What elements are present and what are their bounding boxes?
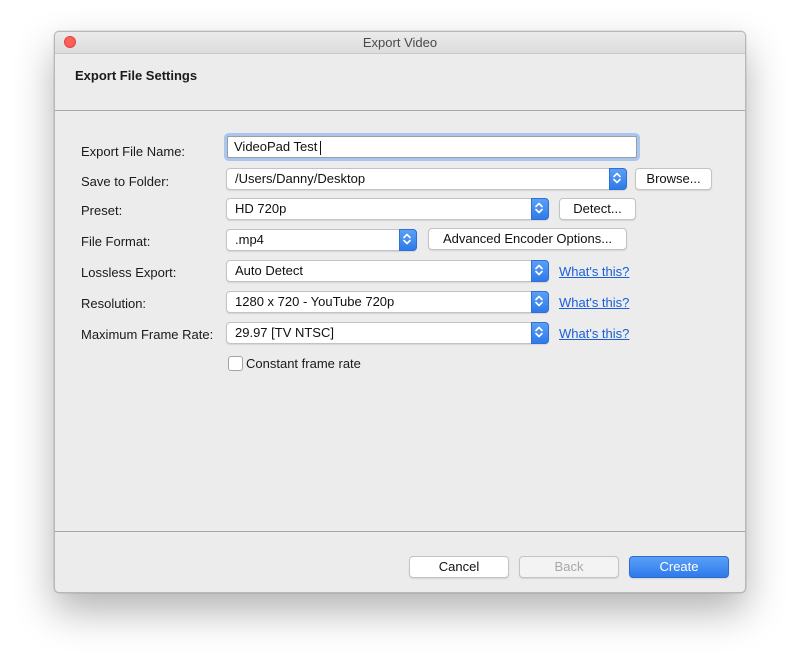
window-title: Export Video	[362, 35, 438, 50]
save-folder-select[interactable]: /Users/Danny/Desktop	[226, 168, 627, 190]
frame-rate-select[interactable]: 29.97 [TV NTSC]	[226, 322, 549, 344]
advanced-encoder-options-button[interactable]: Advanced Encoder Options...	[428, 228, 627, 250]
title-bar[interactable]: Export Video	[55, 32, 745, 54]
chevron-updown-icon	[531, 291, 549, 313]
file-name-label: Export File Name:	[81, 144, 186, 159]
chevron-updown-icon	[399, 229, 417, 251]
file-name-value: VideoPad Test	[234, 139, 318, 154]
constant-frame-rate-label[interactable]: Constant frame rate	[246, 356, 361, 371]
back-button: Back	[519, 556, 619, 578]
lossless-export-select[interactable]: Auto Detect	[226, 260, 549, 282]
browse-button[interactable]: Browse...	[635, 168, 712, 190]
file-format-value: .mp4	[235, 232, 264, 247]
resolution-label: Resolution:	[81, 296, 147, 311]
create-button[interactable]: Create	[629, 556, 729, 578]
constant-frame-rate-checkbox[interactable]	[228, 356, 243, 371]
whats-this-framerate-link[interactable]: What's this?	[559, 326, 629, 341]
cancel-button[interactable]: Cancel	[409, 556, 509, 578]
chevron-updown-icon	[531, 322, 549, 344]
chevron-updown-icon	[531, 260, 549, 282]
frame-rate-value: 29.97 [TV NTSC]	[235, 325, 334, 340]
save-folder-label: Save to Folder:	[81, 174, 170, 189]
file-name-input[interactable]: VideoPad Test	[227, 136, 637, 158]
lossless-export-value: Auto Detect	[235, 263, 303, 278]
whats-this-resolution-link[interactable]: What's this?	[559, 295, 629, 310]
preset-value: HD 720p	[235, 201, 287, 216]
file-format-label: File Format:	[81, 234, 151, 249]
detect-button[interactable]: Detect...	[559, 198, 636, 220]
text-caret	[320, 140, 322, 155]
preset-label: Preset:	[81, 203, 123, 218]
chevron-updown-icon	[531, 198, 549, 220]
frame-rate-label: Maximum Frame Rate:	[81, 327, 214, 342]
header-section: Export File Settings	[55, 54, 745, 111]
preset-select[interactable]: HD 720p	[226, 198, 549, 220]
chevron-updown-icon	[609, 168, 627, 190]
resolution-value: 1280 x 720 - YouTube 720p	[235, 294, 395, 309]
resolution-select[interactable]: 1280 x 720 - YouTube 720p	[226, 291, 549, 313]
file-format-select[interactable]: .mp4	[226, 229, 417, 251]
lossless-export-label: Lossless Export:	[81, 265, 177, 280]
export-video-dialog: Export Video Export File Settings Export…	[54, 31, 746, 593]
save-folder-value: /Users/Danny/Desktop	[235, 171, 366, 186]
whats-this-lossless-link[interactable]: What's this?	[559, 264, 629, 279]
section-title: Export File Settings	[75, 68, 198, 83]
footer-divider	[55, 531, 745, 532]
